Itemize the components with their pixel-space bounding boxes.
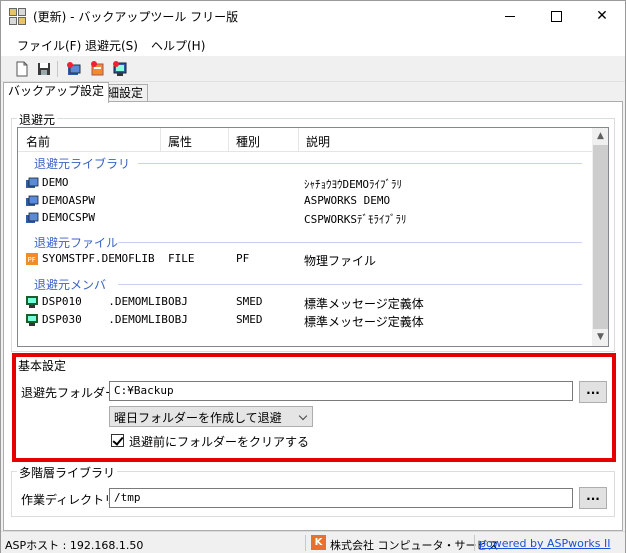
- cell-desc: 標準メッセージ定義体: [304, 297, 424, 311]
- add-library-icon[interactable]: [65, 60, 83, 78]
- source-group-label: 退避元: [17, 111, 58, 128]
- group-divider: [118, 284, 582, 285]
- clear-folder-label[interactable]: 退避前にフォルダーをクリアする: [129, 433, 309, 450]
- group-divider: [138, 163, 582, 164]
- maximize-button[interactable]: [533, 1, 579, 32]
- column-separator: [298, 128, 299, 152]
- scroll-thumb[interactable]: [593, 145, 608, 329]
- column-separator: [228, 128, 229, 152]
- scroll-up-icon[interactable]: ▲: [592, 128, 608, 145]
- add-file-icon[interactable]: [89, 60, 107, 78]
- group-header-member: 退避元メンバ: [34, 278, 107, 292]
- library-icon: [26, 212, 39, 223]
- save-icon[interactable]: [35, 60, 53, 78]
- status-bar: ASPホスト : 192.168.1.50 K 株式会社 コンピュータ・サービス…: [1, 531, 625, 553]
- host-status: ASPホスト : 192.168.1.50: [5, 539, 144, 552]
- add-member-icon[interactable]: [111, 60, 129, 78]
- cell-desc: CSPWORKSﾃﾞﾓﾗｲﾌﾞﾗﾘ: [304, 213, 407, 226]
- basic-settings-label: 基本設定: [18, 359, 67, 373]
- cell-desc: ｼｬﾁｮｳﾖｳDEMOﾗｲﾌﾞﾗﾘ: [304, 178, 402, 191]
- file-icon: PF: [26, 253, 38, 265]
- dest-folder-input[interactable]: C:¥Backup: [109, 381, 573, 401]
- column-desc[interactable]: 説明: [306, 133, 330, 150]
- cell-desc: 物理ファイル: [304, 254, 377, 268]
- list-header: 名前 属性 種別 説明: [18, 128, 592, 152]
- vertical-scrollbar[interactable]: ▲ ▼: [592, 128, 608, 346]
- svg-text:PF: PF: [28, 256, 36, 264]
- cell-name: SYOMSTPF.DEMOFLIB: [42, 252, 155, 265]
- cell-name: DSP010 .DEMOMLIB: [42, 295, 168, 308]
- tab-backup-settings[interactable]: バックアップ設定: [3, 82, 110, 103]
- column-attr[interactable]: 属性: [168, 133, 192, 150]
- cell-desc: ASPWORKS DEMO: [304, 194, 391, 207]
- menu-bar: ファイル(F) 退避元(S) ヘルプ(H): [1, 32, 625, 56]
- group-header-library: 退避元ライブラリ: [34, 157, 131, 171]
- title-bar: (更新) - バックアップツール フリー版 ✕: [1, 1, 625, 32]
- workdir-label: 作業ディレクトリ: [21, 493, 117, 507]
- workdir-input[interactable]: /tmp: [109, 488, 573, 508]
- menu-help[interactable]: ヘルプ(H): [151, 37, 205, 54]
- chevron-down-icon: [298, 411, 308, 421]
- tab-bar: バックアップ設定 詳細設定: [1, 82, 625, 103]
- cell-desc: 標準メッセージ定義体: [304, 315, 424, 329]
- toolbar-separator: [57, 61, 58, 77]
- weekday-folder-value: 曜日フォルダーを作成して退避: [114, 411, 282, 425]
- source-listview[interactable]: 名前 属性 種別 説明 退避元ライブラリ DEMO ｼｬﾁｮｳﾖｳDEMOﾗｲﾌ…: [17, 127, 609, 347]
- member-icon: [26, 314, 38, 326]
- cell-attr: OBJ: [168, 313, 188, 326]
- status-separator: [305, 535, 306, 551]
- new-file-icon[interactable]: [13, 60, 31, 78]
- dest-folder-label: 退避先フォルダー: [21, 386, 118, 400]
- cell-name: DEMOASPW: [42, 194, 95, 207]
- toolbar: [1, 56, 625, 82]
- menu-file[interactable]: ファイル(F): [17, 37, 81, 54]
- workdir-browse-button[interactable]: ...: [579, 487, 607, 509]
- status-separator: [474, 535, 475, 551]
- clear-folder-checkbox[interactable]: [111, 434, 124, 447]
- app-window: (更新) - バックアップツール フリー版 ✕ ファイル(F) 退避元(S) ヘ…: [0, 0, 626, 553]
- multilevel-label: 多階層ライブラリ: [17, 464, 118, 481]
- minimize-button[interactable]: [487, 1, 533, 32]
- cell-type: SMED: [236, 313, 263, 326]
- library-icon: [26, 177, 39, 188]
- cell-name: DEMOCSPW: [42, 211, 95, 224]
- group-header-file: 退避元ファイル: [34, 236, 119, 250]
- scroll-down-icon[interactable]: ▼: [592, 329, 608, 346]
- library-icon: [26, 195, 39, 206]
- close-button[interactable]: ✕: [579, 1, 625, 32]
- cell-name: DSP030 .DEMOMLIB: [42, 313, 168, 326]
- app-icon: [9, 8, 27, 26]
- aspworks-link[interactable]: powered by ASPworks II: [479, 537, 610, 550]
- cell-attr: FILE: [168, 252, 195, 265]
- member-icon: [26, 296, 38, 308]
- dest-browse-button[interactable]: ...: [579, 381, 607, 403]
- cell-type: SMED: [236, 295, 263, 308]
- weekday-folder-select[interactable]: 曜日フォルダーを作成して退避: [109, 406, 313, 427]
- menu-source[interactable]: 退避元(S): [85, 37, 138, 54]
- cell-name: DEMO: [42, 176, 69, 189]
- cell-attr: OBJ: [168, 295, 188, 308]
- column-name[interactable]: 名前: [26, 133, 50, 150]
- cell-type: PF: [236, 252, 250, 265]
- basic-settings-group: 基本設定: [17, 359, 611, 457]
- column-type[interactable]: 種別: [236, 133, 260, 150]
- window-title: (更新) - バックアップツール フリー版: [33, 10, 239, 24]
- company-logo-icon: K: [311, 535, 326, 550]
- group-divider: [118, 242, 582, 243]
- column-separator: [160, 128, 161, 152]
